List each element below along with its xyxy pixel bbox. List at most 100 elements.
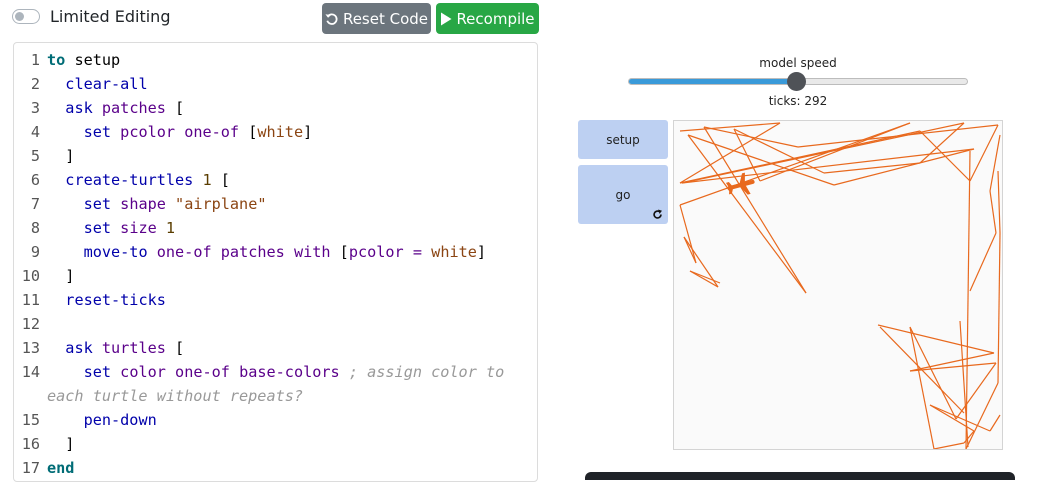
- limited-editing-toggle-group[interactable]: Limited Editing: [12, 5, 170, 27]
- go-button-label: go: [615, 187, 631, 202]
- code-text: each turtle without repeats?: [47, 384, 303, 408]
- limited-editing-switch[interactable]: [12, 8, 40, 24]
- code-line[interactable]: 1 to setup: [14, 48, 534, 72]
- pen-trail-segment: [997, 170, 1001, 234]
- line-number: 17: [21, 459, 40, 477]
- code-token: [: [239, 123, 258, 141]
- code-line[interactable]: 13 ask turtles [: [14, 336, 534, 360]
- code-text: move-to one-of patches with [pcolor = wh…: [47, 240, 486, 264]
- code-line[interactable]: 15 pen-down: [14, 408, 534, 432]
- code-token: set: [83, 195, 112, 213]
- code-token: pen-down: [83, 411, 157, 429]
- code-token: [: [165, 339, 185, 357]
- code-text: end: [47, 456, 74, 480]
- code-editor[interactable]: 1 to setup 2 clear-all 3 ask patches [4 set…: [13, 42, 538, 482]
- pen-trail-segment: [909, 326, 935, 450]
- recompile-label: Recompile: [456, 9, 535, 28]
- code-line[interactable]: 2 clear-all: [14, 72, 534, 96]
- line-number: 2: [30, 75, 40, 93]
- code-text: ask patches [: [47, 96, 184, 120]
- code-line[interactable]: 14 set color one-of base-colors ; assign…: [14, 360, 534, 384]
- code-token: clear-all: [65, 75, 148, 93]
- code-token: end: [47, 459, 75, 477]
- code-text: set color one-of base-colors ; assign co…: [47, 360, 505, 384]
- code-text: ask turtles [: [47, 336, 184, 360]
- go-button[interactable]: go: [578, 165, 668, 224]
- code-token: set: [83, 363, 112, 381]
- code-token: with: [293, 243, 331, 261]
- code-line[interactable]: 4 set pcolor one-of [white]: [14, 120, 534, 144]
- code-token: size: [120, 219, 157, 237]
- pen-trail-segment: [909, 352, 995, 372]
- pen-trail-segment: [969, 232, 997, 292]
- code-token: create-turtles: [65, 171, 194, 189]
- pen-trail-segment: [929, 404, 975, 432]
- code-token: white: [257, 123, 304, 141]
- code-text: ]: [47, 432, 74, 456]
- code-token: ]: [47, 435, 75, 453]
- code-text: set size 1: [47, 216, 175, 240]
- code-token: color: [120, 363, 166, 381]
- bottom-panel-edge: [585, 472, 1015, 480]
- pen-trail-segment: [833, 148, 975, 186]
- line-number: 7: [30, 195, 40, 213]
- recompile-button[interactable]: Recompile: [436, 3, 539, 34]
- code-line[interactable]: 3 ask patches [: [14, 96, 534, 120]
- pen-trail-segment: [877, 324, 995, 354]
- model-speed-thumb[interactable]: [787, 72, 806, 91]
- code-token: set: [83, 123, 112, 141]
- line-number: 6: [30, 171, 40, 189]
- code-token: 1: [165, 219, 176, 237]
- code-token: setup: [65, 51, 121, 69]
- code-line[interactable]: 10 ]: [14, 264, 534, 288]
- reset-code-label: Reset Code: [342, 9, 429, 28]
- code-token: move-to: [83, 243, 148, 261]
- code-line[interactable]: 16 ]: [14, 432, 534, 456]
- pen-trail-segment: [679, 122, 781, 132]
- code-text: reset-ticks: [47, 288, 166, 312]
- pen-trail-segment: [933, 442, 965, 450]
- world-view[interactable]: [673, 120, 1003, 450]
- line-number: 3: [30, 99, 40, 117]
- reset-code-button[interactable]: Reset Code: [322, 3, 431, 34]
- pen-trail-segment: [689, 270, 721, 284]
- code-line[interactable]: 9 move-to one-of patches with [pcolor = …: [14, 240, 534, 264]
- code-token: ]: [476, 243, 487, 261]
- code-token: =: [412, 243, 423, 261]
- code-token: base-colors: [239, 363, 340, 381]
- code-line[interactable]: 11 reset-ticks: [14, 288, 534, 312]
- code-token: to: [47, 51, 66, 69]
- code-token: pcolor: [120, 123, 176, 141]
- code-token: each turtle without repeats?: [47, 387, 304, 405]
- code-text: create-turtles 1 [: [47, 168, 230, 192]
- pen-trail-segment: [679, 204, 697, 264]
- code-line[interactable]: 12: [14, 312, 534, 336]
- code-line[interactable]: 8 set size 1: [14, 216, 534, 240]
- code-text: set shape "airplane": [47, 192, 267, 216]
- code-line[interactable]: each turtle without repeats?: [14, 384, 534, 408]
- code-line[interactable]: 5 ]: [14, 144, 534, 168]
- line-number: 8: [30, 219, 40, 237]
- code-line[interactable]: 7 set shape "airplane": [14, 192, 534, 216]
- code-line[interactable]: 17 end: [14, 456, 534, 480]
- pen-trail-segment: [683, 236, 719, 288]
- setup-button[interactable]: setup: [578, 120, 668, 159]
- code-line[interactable]: 6 create-turtles 1 [: [14, 168, 534, 192]
- pen-trail-segment: [879, 326, 965, 414]
- line-number: 1: [30, 51, 40, 69]
